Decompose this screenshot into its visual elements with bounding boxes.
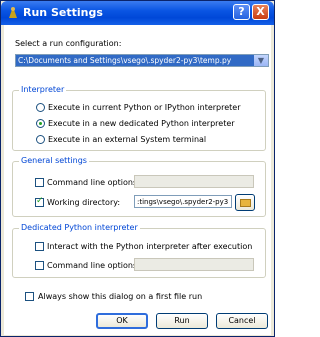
- command-line-checkbox[interactable]: [35, 178, 44, 187]
- run-config-select[interactable]: C:\Documents and Settings\vsego\.spyder2…: [15, 54, 269, 67]
- working-directory-value: :tings\vsego\.spyder2-py3: [137, 198, 229, 206]
- command-line-field[interactable]: [134, 175, 254, 188]
- always-show-label[interactable]: Always show this dialog on a first file …: [38, 292, 202, 301]
- always-show-checkbox[interactable]: [25, 292, 34, 301]
- radio-current-interpreter-label[interactable]: Execute in current Python or IPython int…: [48, 103, 241, 112]
- radio-dedicated-interpreter-label[interactable]: Execute in a new dedicated Python interp…: [48, 119, 235, 128]
- radio-dedicated-interpreter[interactable]: [36, 119, 45, 128]
- help-button[interactable]: ?: [233, 4, 250, 20]
- browse-directory-button[interactable]: [235, 194, 255, 211]
- folder-icon: [240, 199, 251, 207]
- title-bar: Run Settings ? X: [1, 1, 274, 25]
- general-settings-group: General settings: [12, 156, 266, 217]
- run-config-value: C:\Documents and Settings\vsego\.spyder2…: [18, 56, 232, 65]
- run-button[interactable]: Run: [156, 313, 208, 329]
- radio-external-terminal-label[interactable]: Execute in an external System terminal: [48, 135, 206, 144]
- interact-label[interactable]: Interact with the Python interpreter aft…: [47, 242, 252, 251]
- radio-current-interpreter[interactable]: [36, 103, 45, 112]
- working-directory-field[interactable]: :tings\vsego\.spyder2-py3: [134, 195, 232, 208]
- working-directory-label[interactable]: Working directory:: [47, 198, 120, 207]
- window-title: Run Settings: [23, 6, 103, 19]
- dedicated-command-line-checkbox[interactable]: [35, 261, 44, 270]
- general-settings-title: General settings: [19, 156, 89, 165]
- command-line-label[interactable]: Command line options:: [47, 178, 140, 187]
- working-directory-checkbox[interactable]: [35, 196, 44, 207]
- interpreter-group-title: Interpreter: [19, 85, 67, 94]
- run-config-label: Select a run configuration:: [15, 39, 122, 48]
- ok-button[interactable]: OK: [96, 313, 148, 329]
- interact-checkbox[interactable]: [35, 242, 44, 251]
- dedicated-interpreter-title: Dedicated Python interpreter: [19, 223, 140, 232]
- radio-external-terminal[interactable]: [36, 135, 45, 144]
- cancel-button[interactable]: Cancel: [216, 313, 268, 329]
- close-button[interactable]: X: [252, 4, 269, 20]
- dedicated-command-line-field[interactable]: [134, 258, 254, 271]
- spyder-app-icon: [9, 7, 17, 18]
- run-settings-dialog: Run Settings ? X Select a run configurat…: [0, 0, 275, 337]
- dedicated-command-line-label[interactable]: Command line options:: [47, 261, 140, 270]
- chevron-down-icon[interactable]: ▼: [254, 55, 268, 66]
